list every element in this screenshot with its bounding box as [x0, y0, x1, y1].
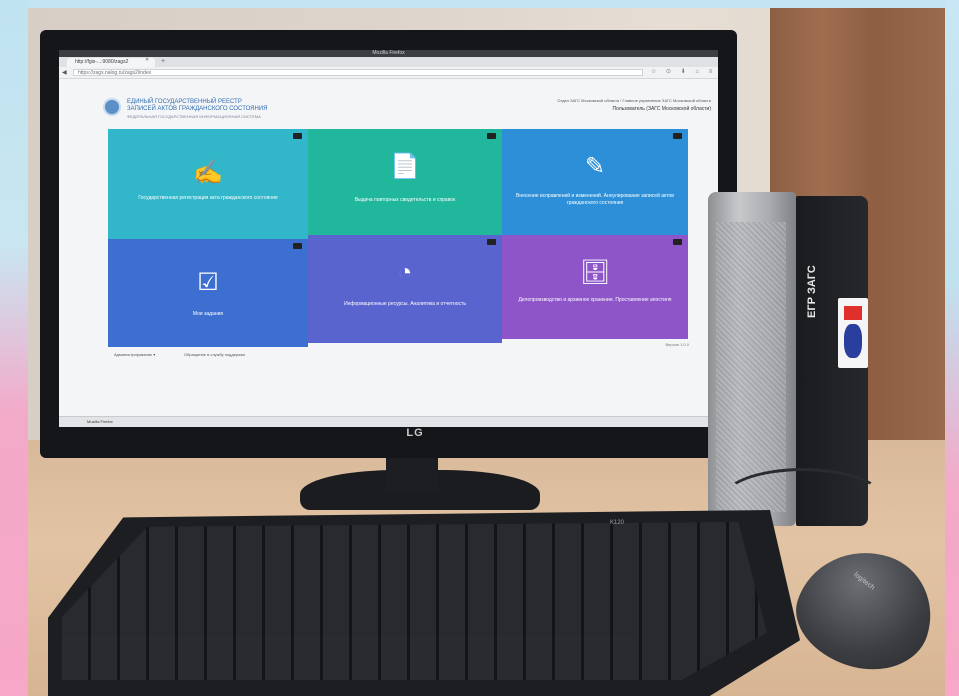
support-link[interactable]: Обращение в службу поддержки: [184, 352, 245, 357]
mini-pc-label: ЕГР ЗАГС: [806, 265, 818, 318]
tab-close-icon[interactable]: ✕: [145, 57, 149, 63]
tile-badge-icon: [293, 243, 302, 249]
location-text: Отдел ЗАГС Московской области / Главное …: [557, 98, 711, 103]
back-arrow-icon[interactable]: ◀: [62, 69, 67, 76]
tile-badge-icon: [487, 239, 496, 245]
os-taskbar: Mozilla Firefox: [59, 416, 718, 427]
tile-archive[interactable]: 🗄 Делопроизводство и архивное хранение. …: [502, 235, 688, 339]
browser-toolbar: ◀ https://zags.nalog.ru/zags2/index ☆ ⊙ …: [59, 67, 718, 79]
org-name-line3: ФЕДЕРАЛЬНАЯ ГОСУДАРСТВЕННАЯ ИНФОРМАЦИОНН…: [127, 114, 261, 119]
keyboard-brand: K120: [610, 520, 625, 526]
tile-badge-icon: [673, 133, 682, 139]
archive-icon: 🗄: [579, 259, 611, 286]
tile-label: Внесение исправлений и изменений. Аннули…: [516, 193, 674, 206]
emblem-icon: [103, 98, 121, 116]
keyboard-keys: [62, 522, 767, 680]
sticker-blue-mark: [844, 324, 862, 358]
tile-reissue[interactable]: 📄 Выдача повторных свидетельств и справо…: [308, 129, 502, 235]
tile-label: Государственная регистрация акта граждан…: [138, 195, 278, 201]
background-frame-left: [0, 0, 28, 696]
tile-registration[interactable]: ✍ Государственная регистрация акта гражд…: [108, 129, 308, 239]
address-bar[interactable]: https://zags.nalog.ru/zags2/index: [73, 69, 643, 76]
org-name-line2: ЗАПИСЕЙ АКТОВ ГРАЖДАНСКОГО СОСТОЯНИЯ: [127, 106, 268, 112]
tile-my-tasks[interactable]: ☑ Мои задания: [108, 239, 308, 347]
browser-tabbar: http://fgis-...:9080/zags2 ✕ +: [59, 57, 718, 67]
monitor-screen: Mozilla Firefox http://fgis-...:9080/zag…: [59, 50, 718, 427]
tile-label: Выдача повторных свидетельств и справок: [354, 197, 456, 203]
browser-tab[interactable]: http://fgis-...:9080/zags2: [67, 58, 155, 67]
edit-document-icon: ✎: [584, 153, 606, 180]
new-tab-button[interactable]: +: [161, 57, 165, 67]
admin-menu[interactable]: Администрирование ▾: [114, 352, 155, 357]
sticker-red-mark: [844, 306, 862, 320]
signature-icon: ✍: [193, 159, 223, 186]
tile-badge-icon: [293, 133, 302, 139]
background-frame-top: [0, 0, 959, 8]
tile-badge-icon: [673, 239, 682, 245]
taskbar-item-firefox[interactable]: Mozilla Firefox: [87, 419, 113, 424]
background-frame-right: [945, 0, 959, 696]
tile-label: Делопроизводство и архивное хранение. Пр…: [518, 297, 672, 303]
monitor-stand-neck: [386, 452, 438, 492]
org-name-line1: ЕДИНЫЙ ГОСУДАРСТВЕННЫЙ РЕЕСТР: [127, 99, 242, 105]
task-list-icon: ☑: [197, 269, 219, 296]
toolbar-icons[interactable]: ☆ ⊙ ⬇ ⌂ ≡: [651, 68, 716, 75]
tile-label: Мои задания: [192, 311, 224, 317]
certificate-icon: 📄: [390, 153, 420, 180]
sticker: [838, 298, 868, 368]
monitor-brand-logo: LG: [406, 427, 424, 439]
user-name[interactable]: Пользователь (ЗАГС Московской области): [479, 106, 711, 112]
mini-pc-mesh: [716, 222, 786, 512]
tile-badge-icon: [487, 133, 496, 139]
tile-label: Информационные ресурсы. Аналитика и отче…: [344, 301, 466, 307]
version-text: Версия 1.0.0: [665, 342, 689, 347]
tile-corrections[interactable]: ✎ Внесение исправлений и изменений. Анну…: [502, 129, 688, 235]
tile-info-resources[interactable]: ◔ Информационные ресурсы. Аналитика и от…: [308, 235, 502, 343]
pie-chart-icon: ◔: [397, 259, 413, 286]
browser-titlebar: Mozilla Firefox: [59, 50, 718, 57]
